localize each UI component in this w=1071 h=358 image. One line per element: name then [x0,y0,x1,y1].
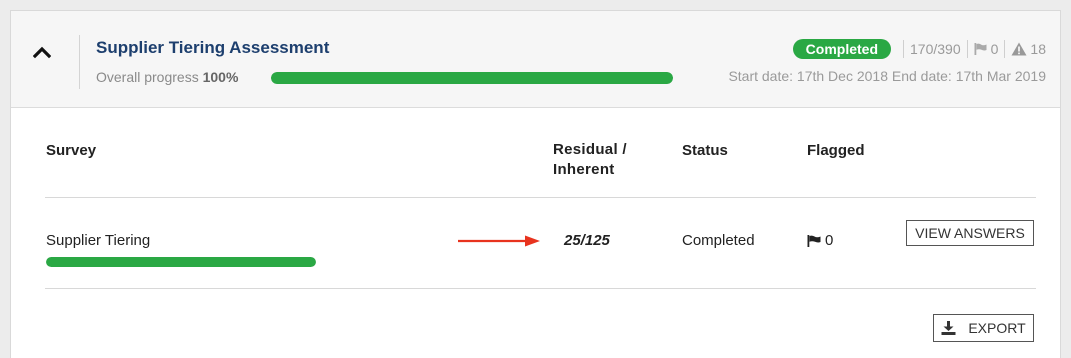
warning-icon [1011,42,1027,56]
flag-count: 0 [990,41,999,57]
column-header-survey: Survey [46,142,97,159]
export-label: EXPORT [968,320,1026,336]
row-divider-line [45,288,1036,289]
view-answers-button[interactable]: VIEW ANSWERS [906,220,1034,246]
overall-progress-label: Overall progress 100% [96,69,238,85]
export-button[interactable]: EXPORT [933,314,1034,342]
flag-icon [974,43,988,55]
meta-divider [1004,40,1006,58]
red-arrow-annotation [458,235,540,247]
answered-count: 170/390 [910,41,961,57]
header-divider [79,35,80,89]
survey-name[interactable]: Supplier Tiering [46,232,150,249]
column-header-residual: Residual / Inherent [553,140,627,180]
survey-status: Completed [682,232,755,249]
assessment-title[interactable]: Supplier Tiering Assessment [96,38,329,58]
progress-label-text: Overall progress [96,69,199,85]
flagged-count: 0 [825,232,834,249]
header-divider-line [45,197,1036,198]
download-icon [941,321,956,335]
column-header-flagged: Flagged [807,142,865,159]
status-badge: Completed [792,39,892,59]
assessment-card: Supplier Tiering Assessment Overall prog… [10,10,1061,358]
column-header-status: Status [682,142,728,159]
survey-flagged: 0 [807,232,833,249]
flag-icon [807,234,821,247]
survey-progress-bar [46,257,316,267]
progress-value: 100% [202,69,239,85]
residual-header-line2: Inherent [553,161,615,178]
residual-header-line1: Residual / [553,141,627,158]
assessment-meta: Completed 170/390 0 18 [792,38,1046,60]
chevron-up-icon [33,46,51,59]
collapse-button[interactable] [31,41,53,63]
overall-progress-fill [271,72,673,84]
overall-progress-bar [271,72,673,84]
assessment-header: Supplier Tiering Assessment Overall prog… [11,11,1060,108]
residual-inherent-value: 25/125 [564,232,610,249]
warning-count: 18 [1030,41,1046,57]
survey-progress-fill [46,257,316,267]
meta-divider [903,40,905,58]
meta-divider [966,40,968,58]
assessment-dates: Start date: 17th Dec 2018 End date: 17th… [728,68,1046,84]
